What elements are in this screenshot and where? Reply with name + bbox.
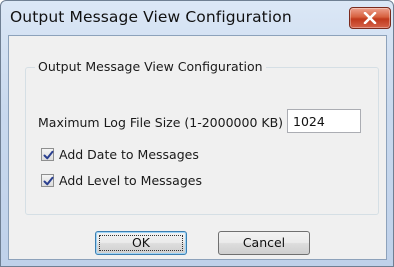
add-date-checkbox[interactable]	[41, 148, 54, 161]
cancel-button[interactable]: Cancel	[218, 231, 310, 255]
cancel-button-label: Cancel	[242, 235, 286, 250]
max-log-size-label: Maximum Log File Size (1-2000000 KB)	[38, 115, 284, 130]
add-level-checkbox[interactable]	[41, 174, 54, 187]
ok-button[interactable]: OK	[95, 231, 187, 255]
focus-rectangle	[99, 235, 183, 251]
window-title: Output Message View Configuration	[10, 8, 292, 26]
config-groupbox: Output Message View Configuration Maximu…	[25, 59, 379, 215]
title-bar[interactable]: Output Message View Configuration	[1, 1, 393, 35]
dialog-window: Output Message View Configuration Output…	[0, 0, 394, 267]
dialog-client-area: Output Message View Configuration Maximu…	[8, 35, 387, 260]
close-button[interactable]	[349, 7, 391, 29]
add-date-label[interactable]: Add Date to Messages	[59, 147, 199, 162]
checkmark-icon	[43, 176, 54, 186]
close-icon	[363, 12, 377, 24]
add-level-label[interactable]: Add Level to Messages	[59, 173, 202, 188]
checkmark-icon	[43, 150, 54, 160]
max-log-size-input[interactable]	[287, 109, 361, 133]
groupbox-legend: Output Message View Configuration	[35, 59, 266, 74]
